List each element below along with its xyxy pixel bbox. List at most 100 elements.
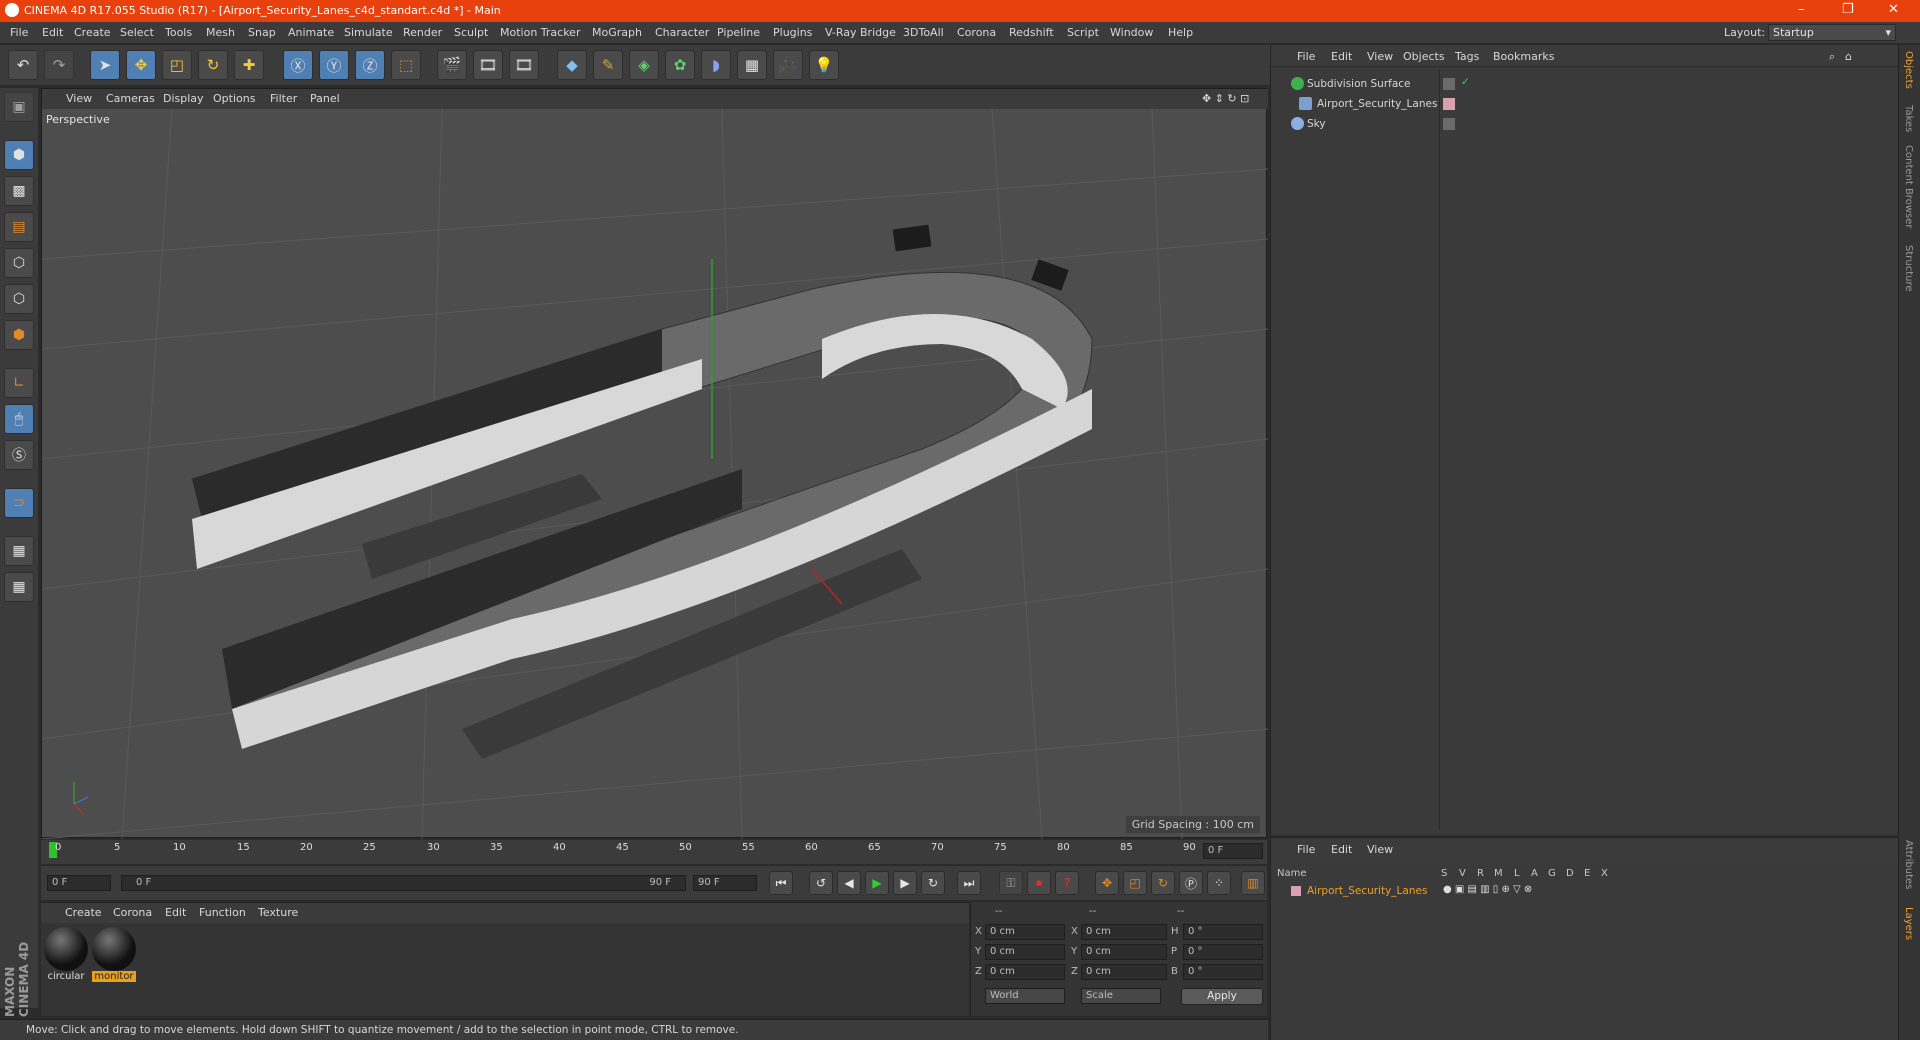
go-to-end-button[interactable]: ⏭: [957, 871, 981, 895]
menu-animate[interactable]: Animate: [288, 26, 334, 39]
position-x-field[interactable]: 0 cm: [985, 924, 1065, 940]
object-row-sky[interactable]: Sky: [1271, 115, 1899, 133]
menu-motion-tracker[interactable]: Motion Tracker: [500, 26, 580, 39]
size-z-field[interactable]: 0 cm: [1081, 964, 1167, 980]
menu-corona[interactable]: Corona: [957, 26, 996, 39]
render-view-button[interactable]: 🎬: [437, 50, 467, 80]
timeline-ruler[interactable]: 0 5 10 15 20 25 30 35 40 45 50 55 60 65 …: [41, 840, 1267, 864]
y-axis-button[interactable]: Ⓨ: [319, 50, 349, 80]
camera-button[interactable]: 🎥: [773, 50, 803, 80]
home-icon[interactable]: ⌂: [1845, 50, 1852, 63]
frame-range-slider[interactable]: 0 F 90 F: [121, 875, 686, 891]
prev-key-button[interactable]: ↺: [809, 871, 833, 895]
object-menu-objects[interactable]: Objects: [1403, 50, 1445, 63]
polygons-mode-button[interactable]: ⬢: [4, 320, 34, 350]
end-frame-field[interactable]: 90 F: [693, 875, 757, 891]
menu-render[interactable]: Render: [403, 26, 442, 39]
menu-mograph[interactable]: MoGraph: [592, 26, 642, 39]
tab-takes[interactable]: Takes: [1903, 105, 1914, 132]
menu-pipeline[interactable]: Pipeline: [717, 26, 760, 39]
points-mode-button[interactable]: ⬡: [4, 248, 34, 278]
rotation-b-field[interactable]: 0 °: [1183, 964, 1263, 980]
position-z-field[interactable]: 0 cm: [985, 964, 1065, 980]
viewport-nav-icons[interactable]: ✥ ⇕ ↻ ⊡: [1202, 92, 1249, 105]
tab-structure[interactable]: Structure: [1903, 245, 1914, 292]
tab-attributes[interactable]: Attributes: [1903, 840, 1914, 889]
enable-check-icon[interactable]: ✓: [1461, 76, 1470, 88]
start-frame-field[interactable]: 0 F: [47, 875, 111, 891]
object-row-airport-lanes[interactable]: Airport_Security_Lanes: [1271, 95, 1899, 113]
move-tool-button[interactable]: ✥: [126, 50, 156, 80]
menu-snap[interactable]: Snap: [248, 26, 276, 39]
current-frame-field[interactable]: 0 F: [1203, 843, 1263, 859]
go-to-start-button[interactable]: ⏮: [769, 871, 793, 895]
menu-select[interactable]: Select: [120, 26, 154, 39]
size-x-field[interactable]: 0 cm: [1081, 924, 1167, 940]
menu-mesh[interactable]: Mesh: [206, 26, 235, 39]
tab-content-browser[interactable]: Content Browser: [1903, 145, 1914, 228]
material-menu-texture[interactable]: Texture: [258, 906, 298, 919]
viewport-menu-panel[interactable]: Panel: [310, 92, 340, 105]
model-mode-button[interactable]: ⬢: [4, 140, 34, 170]
lock-workplane-button[interactable]: ▦: [4, 536, 34, 566]
x-axis-button[interactable]: Ⓧ: [283, 50, 313, 80]
menu-3dtoall[interactable]: 3DToAll: [903, 26, 944, 39]
axis-mode-button[interactable]: ∟: [4, 368, 34, 398]
apply-button[interactable]: Apply: [1181, 988, 1263, 1005]
workplane-button[interactable]: ▤: [4, 212, 34, 242]
visibility-toggle[interactable]: [1443, 118, 1455, 130]
close-button[interactable]: ✕: [1888, 2, 1899, 17]
menu-create[interactable]: Create: [74, 26, 111, 39]
key-scale-button[interactable]: ◰: [1123, 871, 1147, 895]
layer-menu-view[interactable]: View: [1367, 843, 1393, 856]
make-editable-button[interactable]: ▣: [4, 92, 34, 122]
viewport-menu-cameras[interactable]: Cameras: [106, 92, 155, 105]
texture-mode-button[interactable]: ▩: [4, 176, 34, 206]
layer-menu-file[interactable]: File: [1297, 843, 1315, 856]
menu-help[interactable]: Help: [1168, 26, 1193, 39]
minimize-button[interactable]: –: [1798, 2, 1805, 17]
menu-plugins[interactable]: Plugins: [773, 26, 812, 39]
play-button[interactable]: ▶: [865, 871, 889, 895]
search-icon[interactable]: ⌕: [1829, 50, 1835, 64]
scale-mode-select[interactable]: Scale: [1081, 988, 1161, 1004]
object-row-subdivision[interactable]: Subdivision Surface ✓: [1271, 75, 1899, 93]
deformer-button[interactable]: ◗: [701, 50, 731, 80]
planar-workplane-button[interactable]: ▦: [4, 572, 34, 602]
magnet-button[interactable]: ⊃: [4, 488, 34, 518]
subdivision-button[interactable]: ◈: [629, 50, 659, 80]
edges-mode-button[interactable]: ⬡: [4, 284, 34, 314]
layer-row[interactable]: Airport_Security_Lanes ● ▣ ▤ ▥ ▯ ⊕ ▽ ⊗: [1271, 882, 1899, 900]
material-menu-function[interactable]: Function: [199, 906, 246, 919]
object-menu-tags[interactable]: Tags: [1455, 50, 1479, 63]
key-parameter-button[interactable]: Ⓟ: [1179, 871, 1203, 895]
position-y-field[interactable]: 0 cm: [985, 944, 1065, 960]
menu-character[interactable]: Character: [655, 26, 709, 39]
pen-spline-button[interactable]: ✎: [593, 50, 623, 80]
material-menu-edit[interactable]: Edit: [165, 906, 186, 919]
size-y-field[interactable]: 0 cm: [1081, 944, 1167, 960]
transform-tool-button[interactable]: ✚: [234, 50, 264, 80]
key-position-button[interactable]: ✥: [1095, 871, 1119, 895]
menu-window[interactable]: Window: [1110, 26, 1153, 39]
menu-script[interactable]: Script: [1067, 26, 1099, 39]
layer-menu-edit[interactable]: Edit: [1331, 843, 1352, 856]
material-swatch[interactable]: monitor: [91, 927, 137, 985]
viewport-menu-filter[interactable]: Filter: [270, 92, 297, 105]
menu-edit[interactable]: Edit: [42, 26, 63, 39]
viewport-menu-options[interactable]: Options: [213, 92, 255, 105]
menu-file[interactable]: File: [10, 26, 28, 39]
object-menu-file[interactable]: File: [1297, 50, 1315, 63]
layer-flags[interactable]: ● ▣ ▤ ▥ ▯ ⊕ ▽ ⊗: [1443, 884, 1532, 895]
viewport-perspective[interactable]: View Cameras Display Options Filter Pane…: [41, 88, 1268, 839]
tab-objects[interactable]: Objects: [1903, 51, 1914, 89]
autokey-button[interactable]: ⏺: [1027, 871, 1051, 895]
tab-layers[interactable]: Layers: [1903, 907, 1914, 940]
next-frame-button[interactable]: ▶: [893, 871, 917, 895]
cloner-button[interactable]: ✿: [665, 50, 695, 80]
layer-color-swatch[interactable]: [1443, 98, 1455, 110]
material-menu-corona[interactable]: Corona: [113, 906, 152, 919]
rotate-tool-button[interactable]: ↻: [198, 50, 228, 80]
coordinate-system-button[interactable]: ⬚: [391, 50, 421, 80]
render-picture-viewer-button[interactable]: 🎞: [473, 50, 503, 80]
